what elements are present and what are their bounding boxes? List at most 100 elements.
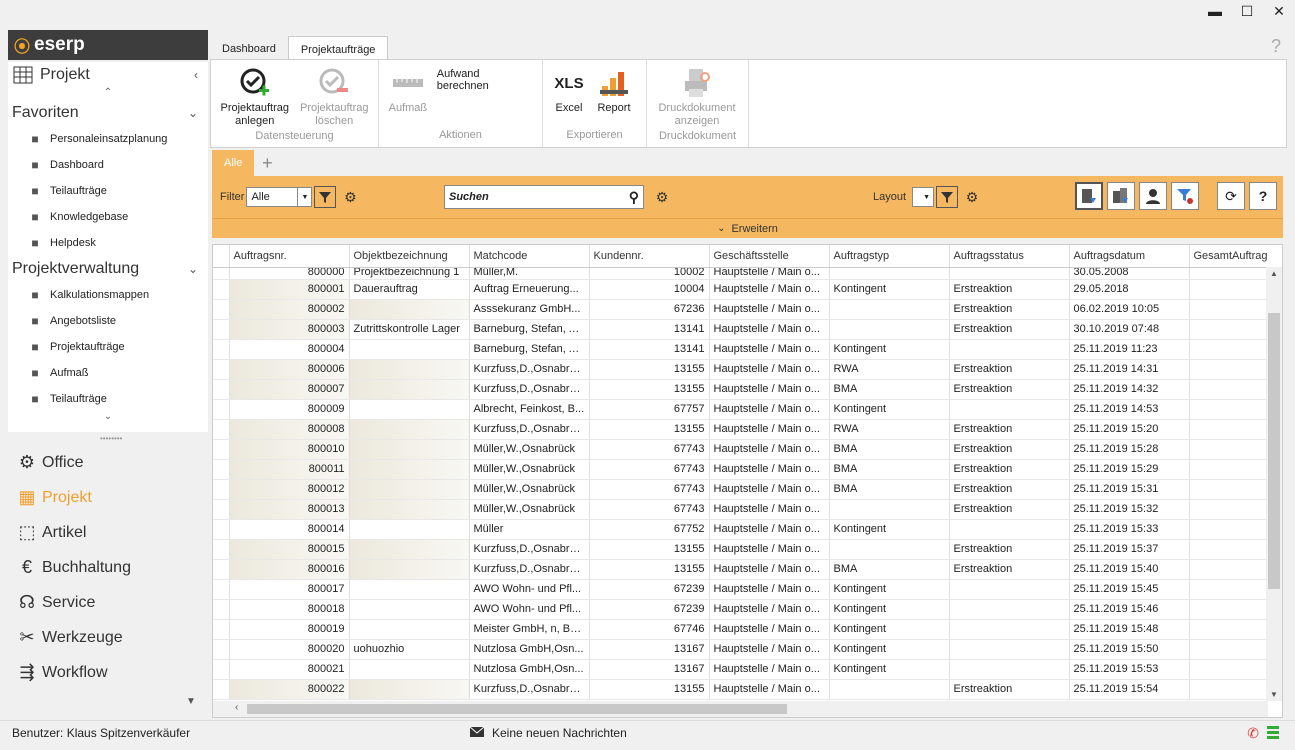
row-selector[interactable] xyxy=(213,659,230,680)
table-row[interactable]: 800010 Müller,W.,Osnabrück 67743 Hauptstell… xyxy=(213,439,1282,460)
column-header[interactable]: GesamtAuftrag xyxy=(1189,245,1282,268)
table-row[interactable]: 800001 Dauerauftrag Auftrag Erneuerung... 1… xyxy=(213,279,1282,300)
layout-select[interactable]: ▼ xyxy=(912,187,935,207)
column-header[interactable]: Auftragsstatus xyxy=(949,245,1070,268)
column-header[interactable]: Kundennr. xyxy=(589,245,710,268)
table-row[interactable]: 800011 Müller,W.,Osnabrück 67743 Hauptstell… xyxy=(213,459,1282,480)
module-header[interactable]: Projekt ‹ xyxy=(8,62,208,88)
search-gear-icon[interactable]: ⚙ xyxy=(652,187,672,207)
user-icon[interactable] xyxy=(1139,182,1167,210)
table-row[interactable]: 800019 Meister GmbH, n, Be... 67746 Hauptst… xyxy=(213,619,1282,640)
nav-item-artikel[interactable]: ⬚ Artikel xyxy=(8,515,208,550)
druckdokument-anzeigen-button[interactable]: Druckdokument anzeigen xyxy=(651,64,743,130)
row-selector[interactable] xyxy=(213,319,230,340)
nav-item-projekt[interactable]: ▦ Projekt xyxy=(8,480,208,515)
column-header[interactable]: Auftragsnr. xyxy=(229,245,350,268)
nav-item-werkzeuge[interactable]: ✂ Werkzeuge xyxy=(8,620,208,655)
add-tab-icon[interactable]: + xyxy=(254,150,280,176)
table-row[interactable]: 800022 Kurzfuss,D.,Osnabrück 13155 Hauptste… xyxy=(213,679,1282,700)
help-icon[interactable]: ? xyxy=(1271,36,1281,57)
layout-funnel-icon[interactable] xyxy=(936,186,959,208)
table-row[interactable]: 800000 Projektbezeichnung 1 Müller,M. 10002… xyxy=(213,267,1282,280)
vertical-scrollbar[interactable]: ▲ ▼ xyxy=(1266,267,1282,701)
chevron-down-icon[interactable]: ⌄ xyxy=(188,106,198,120)
projektverwaltung-header[interactable]: Projektverwaltung ⌄ xyxy=(8,256,208,282)
buildings-filter-icon[interactable] xyxy=(1107,182,1135,210)
row-selector[interactable] xyxy=(213,267,230,280)
projekt-item[interactable]: ■ Kalkulationsmappen xyxy=(8,282,208,308)
favorite-item[interactable]: ■ Teilaufträge xyxy=(8,178,208,204)
projekt-item[interactable]: ■ Projektaufträge xyxy=(8,334,208,360)
row-selector[interactable] xyxy=(213,379,230,400)
scroll-thumb[interactable] xyxy=(1268,313,1280,589)
row-selector[interactable] xyxy=(213,399,230,420)
projekt-item[interactable]: ■ Aufmaß xyxy=(8,360,208,386)
search-input[interactable]: Suchen ⚲ xyxy=(444,185,644,209)
tab-dashboard[interactable]: Dashboard xyxy=(210,36,288,60)
projekt-item[interactable]: ■ Teilaufträge xyxy=(8,386,208,412)
favorite-item[interactable]: ■ Dashboard xyxy=(8,152,208,178)
row-selector[interactable] xyxy=(213,619,230,640)
row-selector[interactable] xyxy=(213,359,230,380)
filter-select[interactable]: Alle ▼ xyxy=(246,187,313,207)
scroll-down-icon[interactable]: ▼ xyxy=(1266,690,1282,699)
database-icon[interactable] xyxy=(1267,725,1279,744)
table-row[interactable]: 800021 Nutzlosa GmbH,Osn... 13167 Hauptstel… xyxy=(213,659,1282,680)
row-selector[interactable] xyxy=(213,539,230,560)
row-selector[interactable] xyxy=(213,479,230,500)
column-header[interactable]: Auftragsdatum xyxy=(1069,245,1190,268)
column-header[interactable]: Geschäftsstelle xyxy=(709,245,830,268)
minimize-button[interactable]: ▬ xyxy=(1199,0,1231,22)
column-header[interactable]: Objektbezeichnung xyxy=(349,245,470,268)
table-row[interactable]: 800012 Müller,W.,Osnabrück 67743 Hauptstell… xyxy=(213,479,1282,500)
table-row[interactable]: 800003 Zutrittskontrolle Lager Barneburg, … xyxy=(213,319,1282,340)
table-row[interactable]: 800008 Kurzfuss,D.,Osnabrück 13155 Hauptste… xyxy=(213,419,1282,440)
table-row[interactable]: 800015 Kurzfuss,D.,Osnabrück 13155 Hauptste… xyxy=(213,539,1282,560)
dropdown-arrow-icon[interactable]: ▼ xyxy=(297,188,311,206)
filter-settings-icon[interactable] xyxy=(1171,182,1199,210)
horizontal-scrollbar[interactable]: ‹ xyxy=(213,701,1268,717)
table-row[interactable]: 800017 AWO Wohn- und Pfl... 67239 Hauptstel… xyxy=(213,579,1282,600)
row-selector[interactable] xyxy=(213,559,230,580)
favorites-header[interactable]: Favoriten ⌄ xyxy=(8,100,208,126)
splitter-handle[interactable]: •••••••• xyxy=(100,434,122,443)
table-row[interactable]: 800013 Müller,W.,Osnabrück 67743 Hauptstell… xyxy=(213,499,1282,520)
row-selector[interactable] xyxy=(213,439,230,460)
aufwand-berechnen-button[interactable]: Aufwand berechnen xyxy=(433,64,538,129)
favorite-item[interactable]: ■ Helpdesk xyxy=(8,230,208,256)
scroll-up-icon[interactable]: ▲ xyxy=(1266,269,1282,278)
row-selector[interactable] xyxy=(213,279,230,300)
collapse-chevron-icon[interactable]: ‹ xyxy=(194,68,198,82)
row-selector[interactable] xyxy=(213,639,230,660)
row-selector[interactable] xyxy=(213,679,230,700)
filter-gear-icon[interactable]: ⚙ xyxy=(340,187,360,207)
favorite-item[interactable]: ■ Personaleinsatzplanung xyxy=(8,126,208,152)
chevron-down-icon[interactable]: ⌄ xyxy=(188,262,198,276)
projektauftrag-loeschen-button[interactable]: Projektauftrag löschen xyxy=(295,64,375,130)
tab-alle[interactable]: Alle xyxy=(212,150,255,176)
table-row[interactable]: 800009 Albrecht, Feinkost, B... 67757 Haupt… xyxy=(213,399,1282,420)
building-filter-icon[interactable] xyxy=(1075,182,1103,210)
projekt-item[interactable]: ■ Angebotsliste xyxy=(8,308,208,334)
table-row[interactable]: 800016 Kurzfuss,D.,Osnabrück 13155 Hauptste… xyxy=(213,559,1282,580)
scroll-up-icon[interactable]: ⌃ xyxy=(8,88,208,100)
table-row[interactable]: 800002 Asssekuranz GmbH... 67236 Hauptstell… xyxy=(213,299,1282,320)
tab-projektauftraege[interactable]: Projektaufträge xyxy=(287,36,389,60)
table-row[interactable]: 800018 AWO Wohn- und Pfl... 67239 Hauptstel… xyxy=(213,599,1282,620)
report-button[interactable]: Report xyxy=(591,64,637,129)
table-row[interactable]: 800014 Müller 67752 Hauptstelle / Main o...… xyxy=(213,519,1282,540)
row-selector[interactable] xyxy=(213,599,230,620)
projektauftrag-anlegen-button[interactable]: Projektauftrag anlegen xyxy=(215,64,295,130)
phone-icon[interactable]: ✆ xyxy=(1247,725,1259,744)
aufmass-button[interactable]: Aufmaß xyxy=(383,64,433,129)
table-row[interactable]: 800020 uohuozhio Nutzlosa GmbH,Osn... 13167… xyxy=(213,639,1282,660)
maximize-button[interactable]: ☐ xyxy=(1231,0,1263,22)
expand-toggle[interactable]: ⌄ Erweitern xyxy=(212,218,1283,238)
help-icon[interactable]: ? xyxy=(1249,182,1277,210)
filter-funnel-icon[interactable] xyxy=(314,186,337,208)
nav-item-buchhaltung[interactable]: € Buchhaltung xyxy=(8,550,208,585)
row-selector[interactable] xyxy=(213,419,230,440)
refresh-icon[interactable]: ⟳ xyxy=(1217,182,1245,210)
status-messages[interactable]: Keine neuen Nachrichten xyxy=(469,726,627,740)
scroll-thumb[interactable] xyxy=(247,704,787,714)
